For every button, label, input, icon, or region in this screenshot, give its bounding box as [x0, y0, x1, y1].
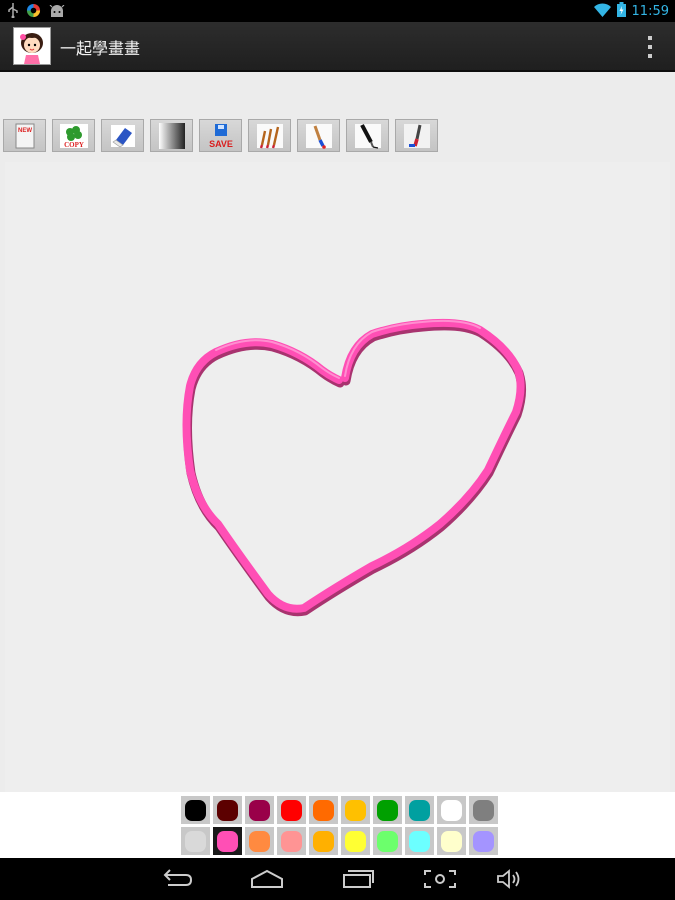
clock: 11:59: [631, 4, 669, 19]
swatch-color: [377, 830, 398, 852]
save-icon: SAVE: [209, 123, 233, 149]
color-swatch[interactable]: [181, 796, 210, 824]
color-swatch[interactable]: [341, 796, 370, 824]
color-swatch[interactable]: [373, 827, 402, 855]
color-palette: [0, 792, 675, 858]
status-system-icons: 11:59: [593, 2, 669, 21]
swatch-color: [185, 830, 206, 852]
swatch-color: [441, 799, 462, 821]
color-swatch[interactable]: [245, 796, 274, 824]
palette-row: [181, 796, 501, 824]
screenshot-icon[interactable]: [422, 867, 458, 891]
swatch-color: [473, 830, 494, 852]
overflow-menu-icon[interactable]: [645, 36, 655, 58]
color-swatch[interactable]: [245, 827, 274, 855]
cartoon-girl-icon[interactable]: [13, 27, 51, 65]
brush-sizes-button[interactable]: [248, 119, 291, 152]
swatch-color: [313, 799, 334, 821]
page-title: 一起學畫畫: [60, 39, 141, 58]
drawing-toolbar: NEW COPY SAVE: [3, 119, 444, 155]
drawing-canvas[interactable]: [5, 162, 670, 792]
wifi-icon: [593, 2, 611, 21]
color-swatch[interactable]: [213, 796, 242, 824]
new-page-icon: NEW: [15, 123, 34, 148]
swatch-color: [377, 799, 398, 821]
color-swatch[interactable]: [277, 796, 306, 824]
main-area: NEW COPY SAVE: [0, 72, 675, 792]
heart-stroke-shadow: [183, 321, 527, 617]
back-icon[interactable]: [158, 867, 194, 891]
color-swatch[interactable]: [373, 796, 402, 824]
eraser-icon: [110, 124, 135, 147]
action-bar: 一起學畫畫: [0, 22, 675, 72]
pen-icon: [354, 123, 381, 149]
status-notification-icons: [8, 3, 65, 22]
swatch-color: [473, 799, 494, 821]
pen-button[interactable]: [346, 119, 389, 152]
swatch-color: [345, 799, 366, 821]
swatch-color: [345, 830, 366, 852]
color-swatch[interactable]: [405, 827, 434, 855]
swatch-color: [441, 830, 462, 852]
home-icon[interactable]: [249, 867, 285, 891]
fill-brush-button[interactable]: [395, 119, 438, 152]
swatch-color: [281, 830, 302, 852]
color-swatch[interactable]: [181, 827, 210, 855]
save-label: SAVE: [209, 139, 233, 149]
new-button[interactable]: NEW: [3, 119, 46, 152]
android-icon: [49, 3, 65, 22]
swatch-color: [249, 830, 270, 852]
color-swatch[interactable]: [341, 827, 370, 855]
color-swatch[interactable]: [309, 796, 338, 824]
swatch-color: [281, 799, 302, 821]
brush-icon: [305, 123, 332, 149]
color-swatch[interactable]: [437, 796, 466, 824]
swatch-color: [409, 799, 430, 821]
volume-icon[interactable]: [492, 867, 528, 891]
recents-icon[interactable]: [340, 867, 376, 891]
color-swatch[interactable]: [437, 827, 466, 855]
usb-icon: [8, 3, 18, 22]
color-swatch[interactable]: [469, 796, 498, 824]
eraser-button[interactable]: [101, 119, 144, 152]
swatch-color: [249, 799, 270, 821]
color-swatch[interactable]: [405, 796, 434, 824]
gradient-icon: [158, 122, 185, 149]
color-swatch[interactable]: [277, 827, 306, 855]
new-label: NEW: [18, 128, 32, 134]
brush-button[interactable]: [297, 119, 340, 152]
color-swatch[interactable]: [213, 827, 242, 855]
copy-button[interactable]: COPY: [52, 119, 95, 152]
copy-label: COPY: [64, 141, 84, 149]
multi-brush-icon: [256, 123, 283, 148]
copy-clover-icon: COPY: [59, 123, 88, 149]
swatch-color: [185, 799, 206, 821]
swatch-color: [409, 830, 430, 852]
swatch-color: [313, 830, 334, 852]
gradient-button[interactable]: [150, 119, 193, 152]
color-wheel-icon: [26, 3, 41, 22]
swatch-color: [217, 830, 238, 852]
battery-charging-icon: [616, 2, 626, 21]
palette-row: [181, 827, 501, 855]
color-swatch[interactable]: [309, 827, 338, 855]
color-swatch[interactable]: [469, 827, 498, 855]
status-bar: 11:59: [0, 0, 675, 22]
swatch-color: [217, 799, 238, 821]
navigation-bar: [0, 858, 675, 900]
fill-brush-icon: [403, 123, 430, 148]
save-button[interactable]: SAVE: [199, 119, 242, 152]
